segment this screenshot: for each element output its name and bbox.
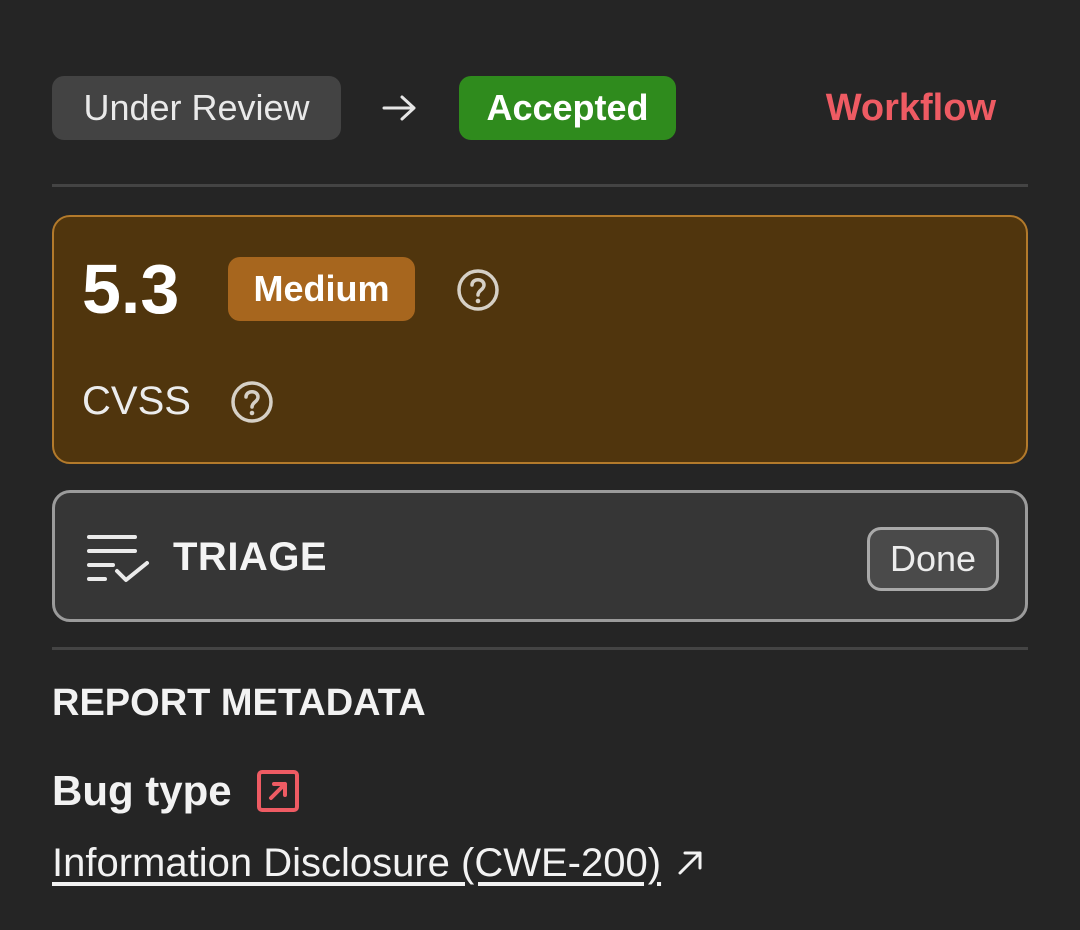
arrow-right-icon [341, 94, 459, 122]
triage-status-badge: Done [867, 527, 999, 591]
question-circle-icon[interactable] [456, 268, 500, 317]
severity-card: 5.3 Medium CVSS [52, 215, 1028, 464]
external-link-icon[interactable] [256, 769, 300, 813]
question-circle-icon[interactable] [230, 380, 274, 429]
divider [52, 184, 1028, 187]
bug-type-label: Bug type [52, 767, 232, 814]
status-transition: Under Review Accepted Workflow [52, 76, 1028, 140]
status-to-badge: Accepted [459, 76, 676, 140]
bug-type-link[interactable]: Information Disclosure (CWE-200) [52, 838, 705, 888]
external-link-icon [675, 848, 705, 878]
severity-badge: Medium [228, 257, 415, 321]
cvss-label: CVSS [82, 379, 191, 423]
divider [52, 647, 1028, 650]
status-from-badge: Under Review [52, 76, 341, 140]
list-check-icon [85, 529, 155, 592]
triage-card[interactable]: TRIAGE Done [52, 490, 1028, 622]
bug-type-row: Bug type [52, 766, 300, 816]
bug-type-value: Information Disclosure (CWE-200) [52, 841, 662, 885]
report-metadata-heading: REPORT METADATA [52, 682, 426, 724]
severity-score: 5.3 [82, 250, 180, 328]
triage-title: TRIAGE [173, 535, 328, 579]
workflow-link[interactable]: Workflow [826, 87, 996, 130]
